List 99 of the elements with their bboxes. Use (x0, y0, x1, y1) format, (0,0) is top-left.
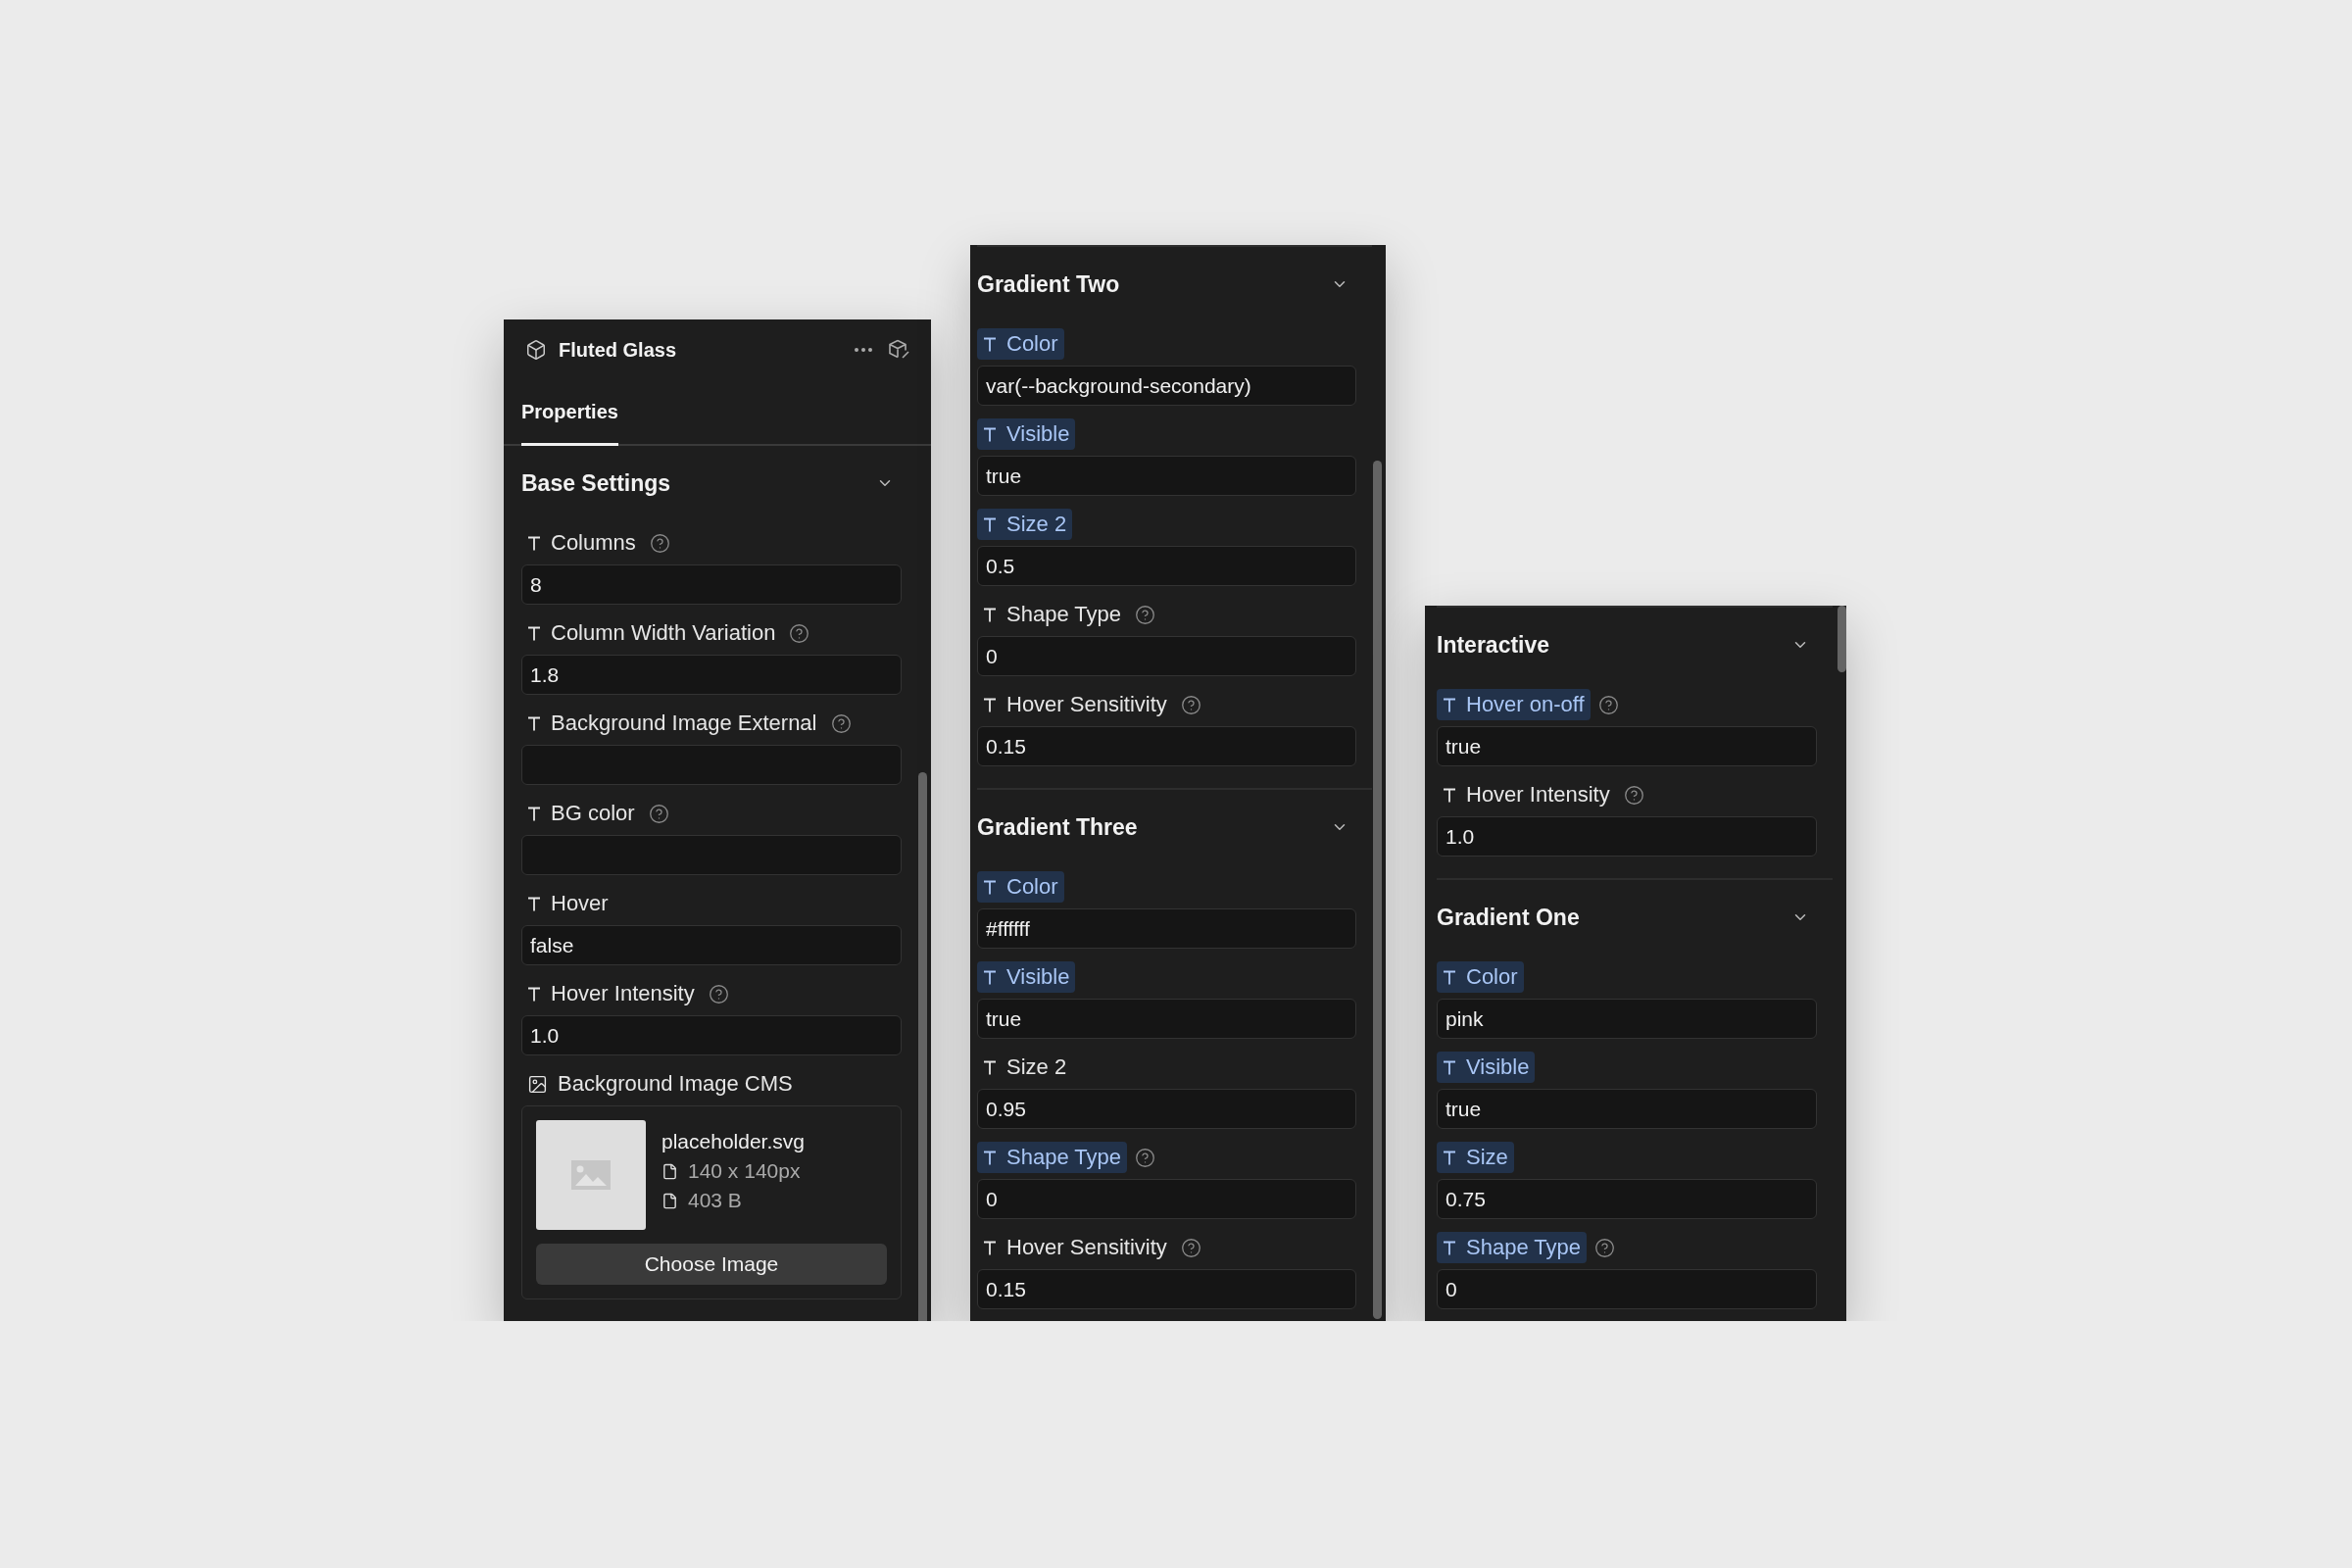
field-label: Column Width Variation (521, 617, 782, 649)
image-dimensions: 140 x 140px (688, 1159, 801, 1183)
section-title: Base Settings (521, 469, 672, 497)
help-icon[interactable] (1135, 604, 1156, 625)
text-type-icon (983, 607, 997, 622)
text-field[interactable]: pink (1437, 999, 1817, 1039)
text-field[interactable]: true (977, 999, 1356, 1039)
section-title: Gradient Two (977, 270, 1121, 298)
text-type-icon (983, 336, 997, 352)
text-field[interactable]: 0.15 (977, 1269, 1356, 1309)
text-type-icon (527, 535, 541, 551)
field-label: Hover (521, 888, 614, 919)
panel-title: Fluted Glass (559, 338, 678, 362)
text-field[interactable] (521, 835, 902, 875)
field-label: Visible (977, 418, 1076, 450)
text-field[interactable]: 0.5 (977, 546, 1356, 586)
text-field[interactable]: 1.0 (521, 1015, 902, 1055)
text-field[interactable]: true (1437, 1089, 1817, 1129)
help-icon[interactable] (649, 532, 670, 554)
text-type-icon (983, 879, 997, 895)
text-type-icon (983, 697, 997, 712)
text-type-icon (1443, 1150, 1456, 1165)
text-type-icon (527, 806, 541, 821)
field-label: Color (1437, 961, 1524, 993)
text-field[interactable]: 0 (977, 636, 1356, 676)
help-icon[interactable] (1180, 694, 1201, 715)
text-type-icon (1443, 1059, 1456, 1075)
help-icon[interactable] (1597, 694, 1619, 715)
field-label: Color (977, 871, 1064, 903)
choose-image-button[interactable]: Choose Image (536, 1244, 887, 1285)
text-field[interactable]: 8 (521, 564, 902, 605)
cube-icon (525, 339, 547, 362)
help-icon[interactable] (648, 803, 669, 824)
text-field[interactable]: 0.75 (1437, 1179, 1817, 1219)
help-icon[interactable] (708, 983, 729, 1004)
text-field[interactable]: 0 (977, 1179, 1356, 1219)
text-type-icon (1443, 787, 1456, 803)
help-icon[interactable] (1135, 1147, 1156, 1168)
help-icon[interactable] (830, 712, 852, 734)
field-label: Hover Intensity (1437, 779, 1616, 810)
image-icon (527, 1073, 548, 1095)
text-field[interactable]: 0.15 (977, 726, 1356, 766)
help-icon[interactable] (1594, 1237, 1616, 1258)
field-label: Hover on-off (1437, 689, 1591, 720)
field-label: Columns (521, 527, 642, 559)
text-field[interactable] (521, 745, 902, 785)
text-type-icon (983, 516, 997, 532)
help-icon[interactable] (1623, 784, 1644, 806)
text-field[interactable]: false (521, 925, 902, 965)
file-name: placeholder.svg (662, 1130, 805, 1153)
help-icon[interactable] (789, 622, 810, 644)
field-label: Size (1437, 1142, 1514, 1173)
text-field[interactable]: true (977, 456, 1356, 496)
text-field[interactable]: 1.0 (1437, 816, 1817, 857)
file-size: 403 B (688, 1189, 742, 1212)
text-type-icon (527, 896, 541, 911)
file-icon (662, 1162, 678, 1180)
tab[interactable]: Properties (521, 380, 618, 446)
text-field[interactable]: 0 (1437, 1269, 1817, 1309)
text-type-icon (983, 1240, 997, 1255)
scrollbar[interactable] (1373, 461, 1382, 1319)
text-type-icon (527, 715, 541, 731)
text-field[interactable]: var(--background-secondary) (977, 366, 1356, 406)
text-field[interactable]: 0.95 (977, 1089, 1356, 1129)
scrollbar[interactable] (1838, 606, 1846, 672)
field-label: Background Image External (521, 708, 823, 739)
text-type-icon (1443, 697, 1456, 712)
field-label: Size 2 (977, 1052, 1073, 1083)
help-icon[interactable] (1180, 1237, 1201, 1258)
text-type-icon (983, 969, 997, 985)
field-label: Hover Intensity (521, 978, 701, 1009)
text-type-icon (983, 426, 997, 442)
field-label: Color (977, 328, 1064, 360)
field-label: Shape Type (1437, 1232, 1588, 1263)
text-type-icon (527, 986, 541, 1002)
text-type-icon (1443, 1240, 1456, 1255)
text-field[interactable]: 1.8 (521, 655, 902, 695)
field-label: Visible (1437, 1052, 1536, 1083)
field-label: Shape Type (977, 1142, 1128, 1173)
text-type-icon (527, 625, 541, 641)
field-label: Shape Type (977, 599, 1128, 630)
text-field[interactable]: #ffffff (977, 908, 1356, 949)
ellipsis-icon (855, 348, 872, 353)
field-label: BG color (521, 798, 641, 829)
more-button[interactable] (853, 346, 874, 355)
text-field[interactable]: true (1437, 726, 1817, 766)
text-type-icon (983, 1150, 997, 1165)
section-title: Interactive (1437, 631, 1551, 659)
section-title: Gradient Three (977, 813, 1139, 841)
field-label: Background Image CMS (521, 1068, 799, 1100)
field-label: Hover Sensitivity (977, 689, 1173, 720)
image-placeholder-icon (571, 1160, 611, 1190)
text-type-icon (983, 1059, 997, 1075)
field-label: Hover Sensitivity (977, 1232, 1173, 1263)
file-icon (662, 1192, 678, 1209)
section-title: Gradient One (1437, 904, 1581, 931)
text-type-icon (1443, 969, 1456, 985)
field-label: Visible (977, 961, 1076, 993)
field-label: Size 2 (977, 509, 1073, 540)
